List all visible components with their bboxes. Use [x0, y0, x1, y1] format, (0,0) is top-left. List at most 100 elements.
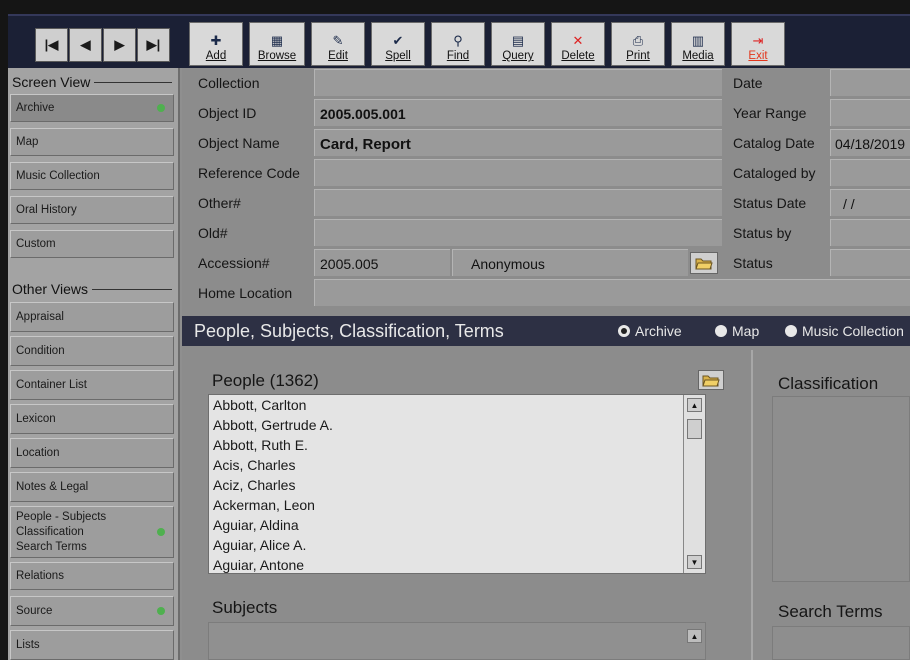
film-strip-icon: ▥ [691, 33, 705, 48]
query-icon: ▤ [511, 33, 525, 48]
people-list[interactable]: Abbott, Carlton Abbott, Gertrude A. Abbo… [208, 394, 706, 574]
sidebar-item-music-collection[interactable]: Music Collection [10, 162, 174, 190]
people-scrollbar[interactable]: ▲ ▼ [683, 395, 705, 573]
delete-x-icon: ✕ [572, 33, 584, 48]
subjects-list[interactable]: ▲ [208, 622, 706, 660]
date-label: Date [733, 75, 763, 91]
catalog-date-row: Catalog Date 04/18/2019 [182, 128, 910, 157]
sidebar-item-people-subjects[interactable]: People - Subjects Classification Search … [10, 506, 174, 558]
active-dot-icon [157, 104, 165, 112]
status-field[interactable] [830, 249, 910, 276]
browse-label: Browse [257, 50, 297, 62]
cataloged-by-label: Cataloged by [733, 165, 816, 181]
scroll-up-arrow-icon[interactable]: ▲ [687, 398, 702, 412]
add-label: Add [205, 50, 227, 62]
sidebar-item-oral-history[interactable]: Oral History [10, 196, 174, 224]
sidebar-item-map[interactable]: Map [10, 128, 174, 156]
delete-button[interactable]: ✕ Delete [551, 22, 605, 66]
list-item[interactable]: Acis, Charles [209, 455, 705, 475]
radio-unselected-icon [785, 325, 797, 337]
sidebar-item-container-list[interactable]: Container List [10, 370, 174, 400]
find-label: Find [446, 50, 470, 62]
status-date-field[interactable]: / / [830, 189, 910, 216]
exit-door-icon: ⇥ [752, 33, 764, 48]
search-terms-list[interactable] [772, 626, 910, 660]
date-field[interactable] [830, 69, 910, 96]
last-record-button[interactable]: ▶| [137, 28, 170, 62]
exit-label: Exit [748, 50, 768, 62]
active-dot-icon [157, 528, 165, 536]
active-dot-icon [157, 607, 165, 615]
list-item[interactable]: Aciz, Charles [209, 475, 705, 495]
previous-record-icon: ◀ [80, 37, 91, 52]
sidebar-item-location[interactable]: Location [10, 438, 174, 468]
year-range-label: Year Range [733, 105, 807, 121]
sidebar-item-relations[interactable]: Relations [10, 562, 174, 590]
last-record-icon: ▶| [146, 37, 161, 52]
radio-archive[interactable]: Archive [618, 323, 682, 339]
catalog-date-field[interactable]: 04/18/2019 [830, 129, 910, 156]
media-label: Media [682, 50, 714, 62]
people-folder-button[interactable] [698, 370, 724, 390]
query-button[interactable]: ▤ Query [491, 22, 545, 66]
edit-button[interactable]: ✎ Edit [311, 22, 365, 66]
spellcheck-icon: ✔ [392, 33, 404, 48]
home-location-field[interactable] [314, 279, 910, 306]
people-title: People (1362) [212, 371, 319, 390]
spell-label: Spell [385, 50, 411, 62]
radio-map[interactable]: Map [715, 323, 759, 339]
sidebar-item-condition[interactable]: Condition [10, 336, 174, 366]
scroll-down-arrow-icon[interactable]: ▼ [687, 555, 702, 569]
add-button[interactable]: ✚ Add [189, 22, 243, 66]
radio-music-collection[interactable]: Music Collection [785, 323, 904, 339]
status-by-label: Status by [733, 225, 792, 241]
list-item[interactable]: Aguiar, Alice A. [209, 535, 705, 555]
status-by-field[interactable] [830, 219, 910, 246]
sidebar-item-custom[interactable]: Custom [10, 230, 174, 258]
sidebar-item-source[interactable]: Source [10, 596, 174, 626]
sidebar-item-appraisal[interactable]: Appraisal [10, 302, 174, 332]
status-label: Status [733, 255, 773, 271]
other-views-heading: Other Views [12, 281, 172, 297]
section-header-bar: People, Subjects, Classification, Terms … [182, 316, 910, 346]
scroll-thumb[interactable] [687, 419, 702, 439]
list-item[interactable]: Ackerman, Leon [209, 495, 705, 515]
exit-button[interactable]: ⇥ Exit [731, 22, 785, 66]
list-item[interactable]: Aguiar, Antone [209, 555, 705, 573]
binoculars-icon: ⚲ [453, 33, 463, 48]
status-by-row: Status by [182, 218, 910, 247]
first-record-button[interactable]: |◀ [35, 28, 68, 62]
subjects-title: Subjects [212, 598, 278, 617]
toolbar: |◀ ◀ ▶ ▶| ✚ Add ▦ Browse ✎ Edit ✔ Spell … [8, 14, 910, 68]
query-label: Query [502, 50, 534, 62]
scroll-up-arrow-icon[interactable]: ▲ [687, 629, 702, 643]
previous-record-button[interactable]: ◀ [69, 28, 102, 62]
print-label: Print [626, 50, 650, 62]
pane-divider [751, 350, 753, 660]
sidebar-item-notes-legal[interactable]: Notes & Legal [10, 472, 174, 502]
sidebar-item-lists[interactable]: Lists [10, 630, 174, 660]
next-record-button[interactable]: ▶ [103, 28, 136, 62]
list-item[interactable]: Aguiar, Aldina [209, 515, 705, 535]
edit-label: Edit [328, 50, 348, 62]
screen-view-heading: Screen View [12, 74, 172, 90]
sidebar: Screen View Archive Map Music Collection… [8, 68, 180, 660]
year-range-field[interactable] [830, 99, 910, 126]
list-item[interactable]: Abbott, Ruth E. [209, 435, 705, 455]
sidebar-item-archive[interactable]: Archive [10, 94, 174, 122]
browse-button[interactable]: ▦ Browse [249, 22, 305, 66]
print-button[interactable]: ⎙ Print [611, 22, 665, 66]
media-button[interactable]: ▥ Media [671, 22, 725, 66]
printer-icon: ⎙ [632, 33, 644, 48]
spell-button[interactable]: ✔ Spell [371, 22, 425, 66]
sidebar-item-lexicon[interactable]: Lexicon [10, 404, 174, 434]
cataloged-by-field[interactable] [830, 159, 910, 186]
home-location-row: Home Location [182, 278, 910, 307]
find-button[interactable]: ⚲ Find [431, 22, 485, 66]
list-item[interactable]: Abbott, Carlton [209, 395, 705, 415]
plus-icon: ✚ [210, 33, 222, 48]
catalog-date-label: Catalog Date [733, 135, 815, 151]
list-item[interactable]: Abbott, Gertrude A. [209, 415, 705, 435]
status-date-label: Status Date [733, 195, 807, 211]
classification-list[interactable] [772, 396, 910, 582]
